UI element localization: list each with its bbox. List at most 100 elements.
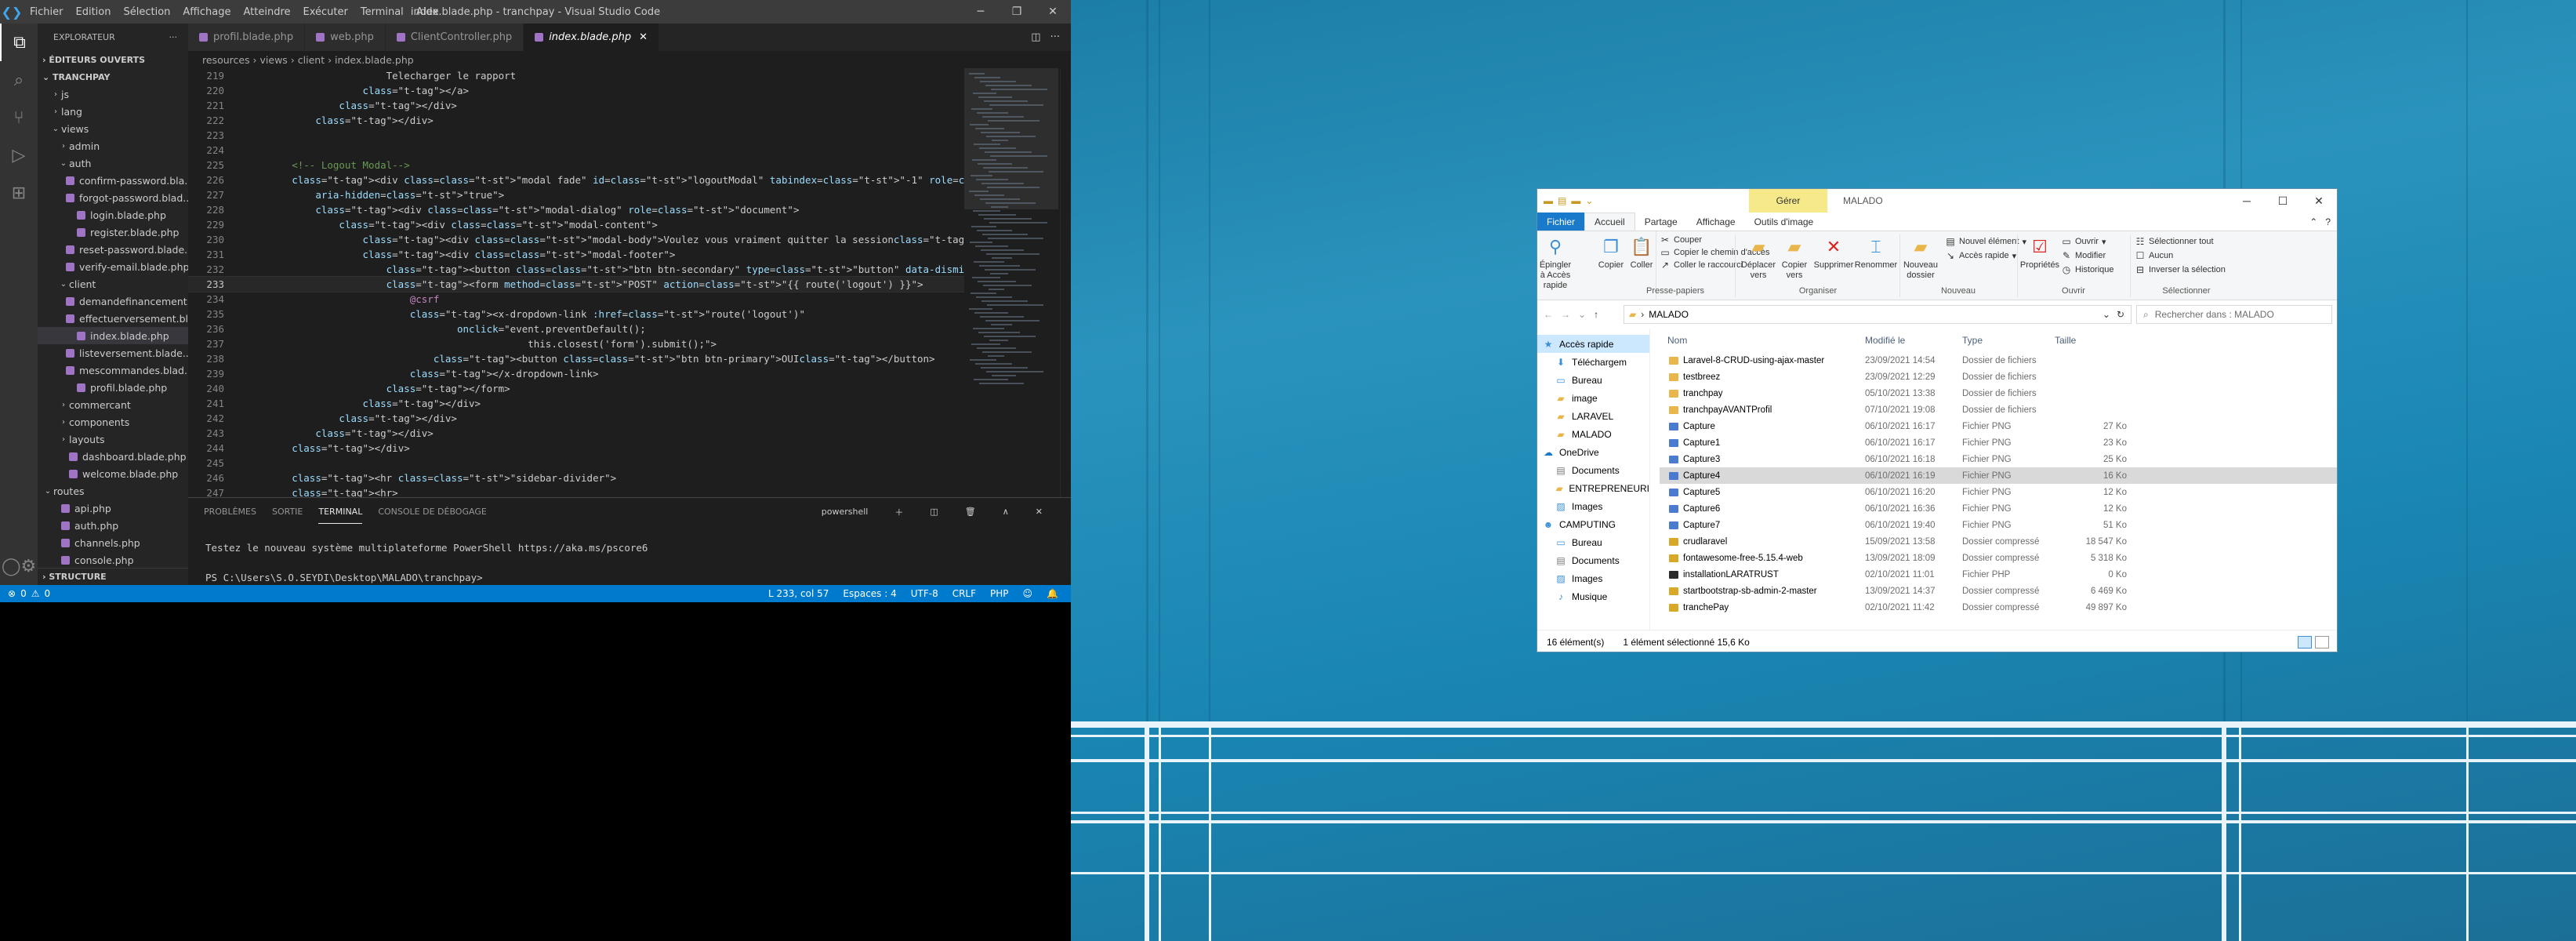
code-line[interactable]: 233 class="t-tag"><form method=class="t-… — [188, 276, 964, 292]
search-icon[interactable]: ⌕ — [0, 61, 38, 99]
feedback-icon[interactable]: ☺ — [1023, 588, 1033, 599]
tree-file[interactable]: effectuerversement.bl... — [38, 310, 188, 327]
help-icon[interactable]: ? — [2325, 213, 2331, 231]
panel-tab[interactable]: CONSOLE DE DÉBOGAGE — [378, 500, 486, 524]
code-text[interactable]: aria-hidden=class="t-st">"true"> — [224, 187, 504, 202]
file-row[interactable]: installationLARATRUST 02/10/2021 11:01 Fic… — [1660, 566, 2337, 583]
address-bar[interactable]: ▰ › MALADO ⌄ ↻ — [1624, 305, 2132, 324]
code-text[interactable]: onclick="event.preventDefault(); — [224, 322, 646, 336]
code-text[interactable]: this.closest('form').submit();"> — [224, 336, 717, 351]
code-line[interactable]: 227 aria-hidden=class="t-st">"true"> — [188, 187, 964, 202]
panel-tab[interactable]: SORTIE — [272, 500, 303, 524]
nav-item[interactable]: ☻ CAMPUTING — [1537, 515, 1649, 533]
nav-item[interactable]: ★ Accès rapide — [1537, 335, 1649, 353]
code-text[interactable]: class="t-tag"><button class=class="t-st"… — [224, 351, 935, 366]
menu-item[interactable]: Atteindre — [243, 6, 290, 18]
address-path[interactable]: MALADO — [1649, 309, 1689, 320]
code-line[interactable]: 244 class="t-tag"></div> — [188, 441, 964, 456]
tree-file[interactable]: verify-email.blade.php — [38, 258, 188, 275]
open-button[interactable]: ▭ Ouvrir ▾ — [2061, 236, 2106, 247]
properties-quick-icon[interactable]: ▤ — [1558, 195, 1566, 206]
code-text[interactable]: class="t-tag"></x-dropdown-link> — [224, 366, 599, 381]
terminal-output[interactable]: Testez le nouveau système multiplateform… — [188, 525, 1071, 585]
code-line[interactable]: 234 @csrf — [188, 292, 964, 307]
code-text[interactable]: class="t-tag"></div> — [224, 426, 434, 441]
copy-to-button[interactable]: ▰ Copier vers — [1777, 236, 1812, 281]
code-text[interactable]: class="t-tag"><div class=class="t-st">"m… — [224, 202, 799, 217]
tree-file[interactable]: register.blade.php — [38, 223, 188, 241]
terminal-line[interactable] — [205, 555, 1071, 570]
tree-folder[interactable]: ⌄ auth — [38, 154, 188, 172]
code-text[interactable]: class="t-tag"><div class=class="t-st">"m… — [224, 232, 964, 247]
cursor-position[interactable]: L 233, col 57 — [768, 588, 829, 599]
code-text[interactable]: @csrf — [224, 292, 440, 307]
editor-tab[interactable]: ClientController.php — [385, 24, 524, 51]
code-text[interactable]: class="t-tag"><form method=class="t-st">… — [224, 277, 923, 292]
code-line[interactable]: 231 class="t-tag"><div class=class="t-st… — [188, 247, 964, 262]
code-line[interactable]: 228 class="t-tag"><div class=class="t-st… — [188, 202, 964, 217]
file-row[interactable]: testbreez 23/09/2021 12:29 Dossier de fich… — [1660, 369, 2337, 385]
warnings-icon[interactable]: ⚠ — [31, 588, 40, 599]
search-box[interactable]: ⌕ Rechercher dans : MALADO — [2136, 305, 2332, 324]
code-text[interactable] — [224, 143, 245, 158]
tree-folder[interactable]: › admin — [38, 137, 188, 154]
tree-file[interactable]: console.php — [38, 551, 188, 569]
language-mode[interactable]: PHP — [990, 588, 1009, 599]
nav-item[interactable]: ⬇ Téléchargem — [1537, 353, 1649, 371]
forward-arrow-icon[interactable]: → — [1561, 309, 1570, 320]
easy-access-button[interactable]: ↘ Accès rapide ▾ — [1945, 250, 2016, 261]
code-text[interactable]: class="t-tag"><hr class=class="t-st">"si… — [224, 470, 616, 485]
split-terminal-icon[interactable]: ◫ — [930, 500, 938, 523]
maximize-icon[interactable]: ☐ — [2265, 189, 2301, 213]
code-line[interactable]: 235 class="t-tag"><x-dropdown-link :href… — [188, 307, 964, 322]
chevron-up-icon[interactable]: ⌃ — [2309, 213, 2317, 231]
code-line[interactable]: 225 <!-- Logout Modal--> — [188, 158, 964, 173]
nav-item[interactable]: ▰ image — [1537, 389, 1649, 407]
account-icon[interactable]: ◯ — [2, 547, 21, 585]
code-line[interactable]: 240 class="t-tag"></form> — [188, 381, 964, 396]
code-line[interactable]: 229 class="t-tag"><div class=class="t-st… — [188, 217, 964, 232]
move-to-button[interactable]: ▰ Déplacer vers — [1740, 236, 1777, 281]
file-row[interactable]: Laravel-8-CRUD-using-ajax-master 23/09/20… — [1660, 352, 2337, 369]
code-text[interactable]: class="t-tag"></div> — [224, 441, 410, 456]
tree-file[interactable]: welcome.blade.php — [38, 465, 188, 482]
ribbon-tab[interactable]: Fichier — [1537, 213, 1585, 231]
code-line[interactable]: 245 — [188, 456, 964, 470]
new-folder-button[interactable]: ▰ Nouveau dossier — [1901, 236, 1940, 281]
nav-item[interactable]: ▤ Documents — [1537, 551, 1649, 569]
code-text[interactable]: class="t-tag"></div> — [224, 411, 457, 426]
tree-file[interactable]: profil.blade.php — [38, 379, 188, 396]
chevron-down-icon[interactable]: ⌄ — [1585, 195, 1593, 206]
menu-item[interactable]: Affichage — [183, 6, 230, 18]
code-line[interactable]: 246 class="t-tag"><hr class=class="t-st"… — [188, 470, 964, 485]
code-line[interactable]: 226 class="t-tag"><div class=class="t-st… — [188, 173, 964, 187]
close-icon[interactable]: ✕ — [1035, 0, 1071, 24]
tree-folder[interactable]: › layouts — [38, 431, 188, 448]
code-text[interactable]: class="t-tag"></div> — [224, 98, 457, 113]
errors-count[interactable]: 0 — [20, 588, 27, 599]
editor-scrollbar[interactable] — [1060, 68, 1071, 497]
close-icon[interactable]: ✕ — [2301, 189, 2337, 213]
nav-item[interactable]: ▰ LARAVEL — [1537, 407, 1649, 425]
source-control-icon[interactable]: ⑂ — [0, 99, 38, 136]
terminal-shell-label[interactable]: powershell — [822, 500, 869, 523]
editor-tab[interactable]: index.blade.php ✕ — [524, 24, 659, 51]
nav-item[interactable]: ▨ Images — [1537, 569, 1649, 587]
minimize-icon[interactable]: ─ — [963, 0, 999, 24]
file-row[interactable]: crudlaravel 15/09/2021 13:58 Dossier compr… — [1660, 533, 2337, 550]
tree-file[interactable]: dashboard.blade.php — [38, 448, 188, 465]
code-text[interactable]: Telecharger le rapport — [224, 68, 517, 83]
breadcrumb[interactable]: resources › views › client › index.blade… — [188, 51, 1071, 68]
code-line[interactable]: 220 class="t-tag"></a> — [188, 83, 964, 98]
code-text[interactable]: class="t-tag"><div class=class="t-st">"m… — [224, 247, 676, 262]
code-editor[interactable]: 219 Telecharger le rapport 220 class="t-t… — [188, 68, 964, 497]
cut-button[interactable]: ✂ Couper — [1660, 234, 1702, 245]
tree-folder[interactable]: ⌄ client — [38, 275, 188, 292]
tree-file[interactable]: channels.php — [38, 534, 188, 551]
editor-tab[interactable]: profil.blade.php — [188, 24, 306, 51]
file-row[interactable]: Capture5 06/10/2021 16:20 Fichier PNG 12 Ko — [1660, 484, 2337, 500]
code-line[interactable]: 239 class="t-tag"></x-dropdown-link> — [188, 366, 964, 381]
file-row[interactable]: tranchpay 05/10/2021 13:38 Dossier de fich… — [1660, 385, 2337, 401]
search-placeholder[interactable]: Rechercher dans : MALADO — [2155, 309, 2274, 320]
close-panel-icon[interactable]: ✕ — [1036, 500, 1043, 523]
